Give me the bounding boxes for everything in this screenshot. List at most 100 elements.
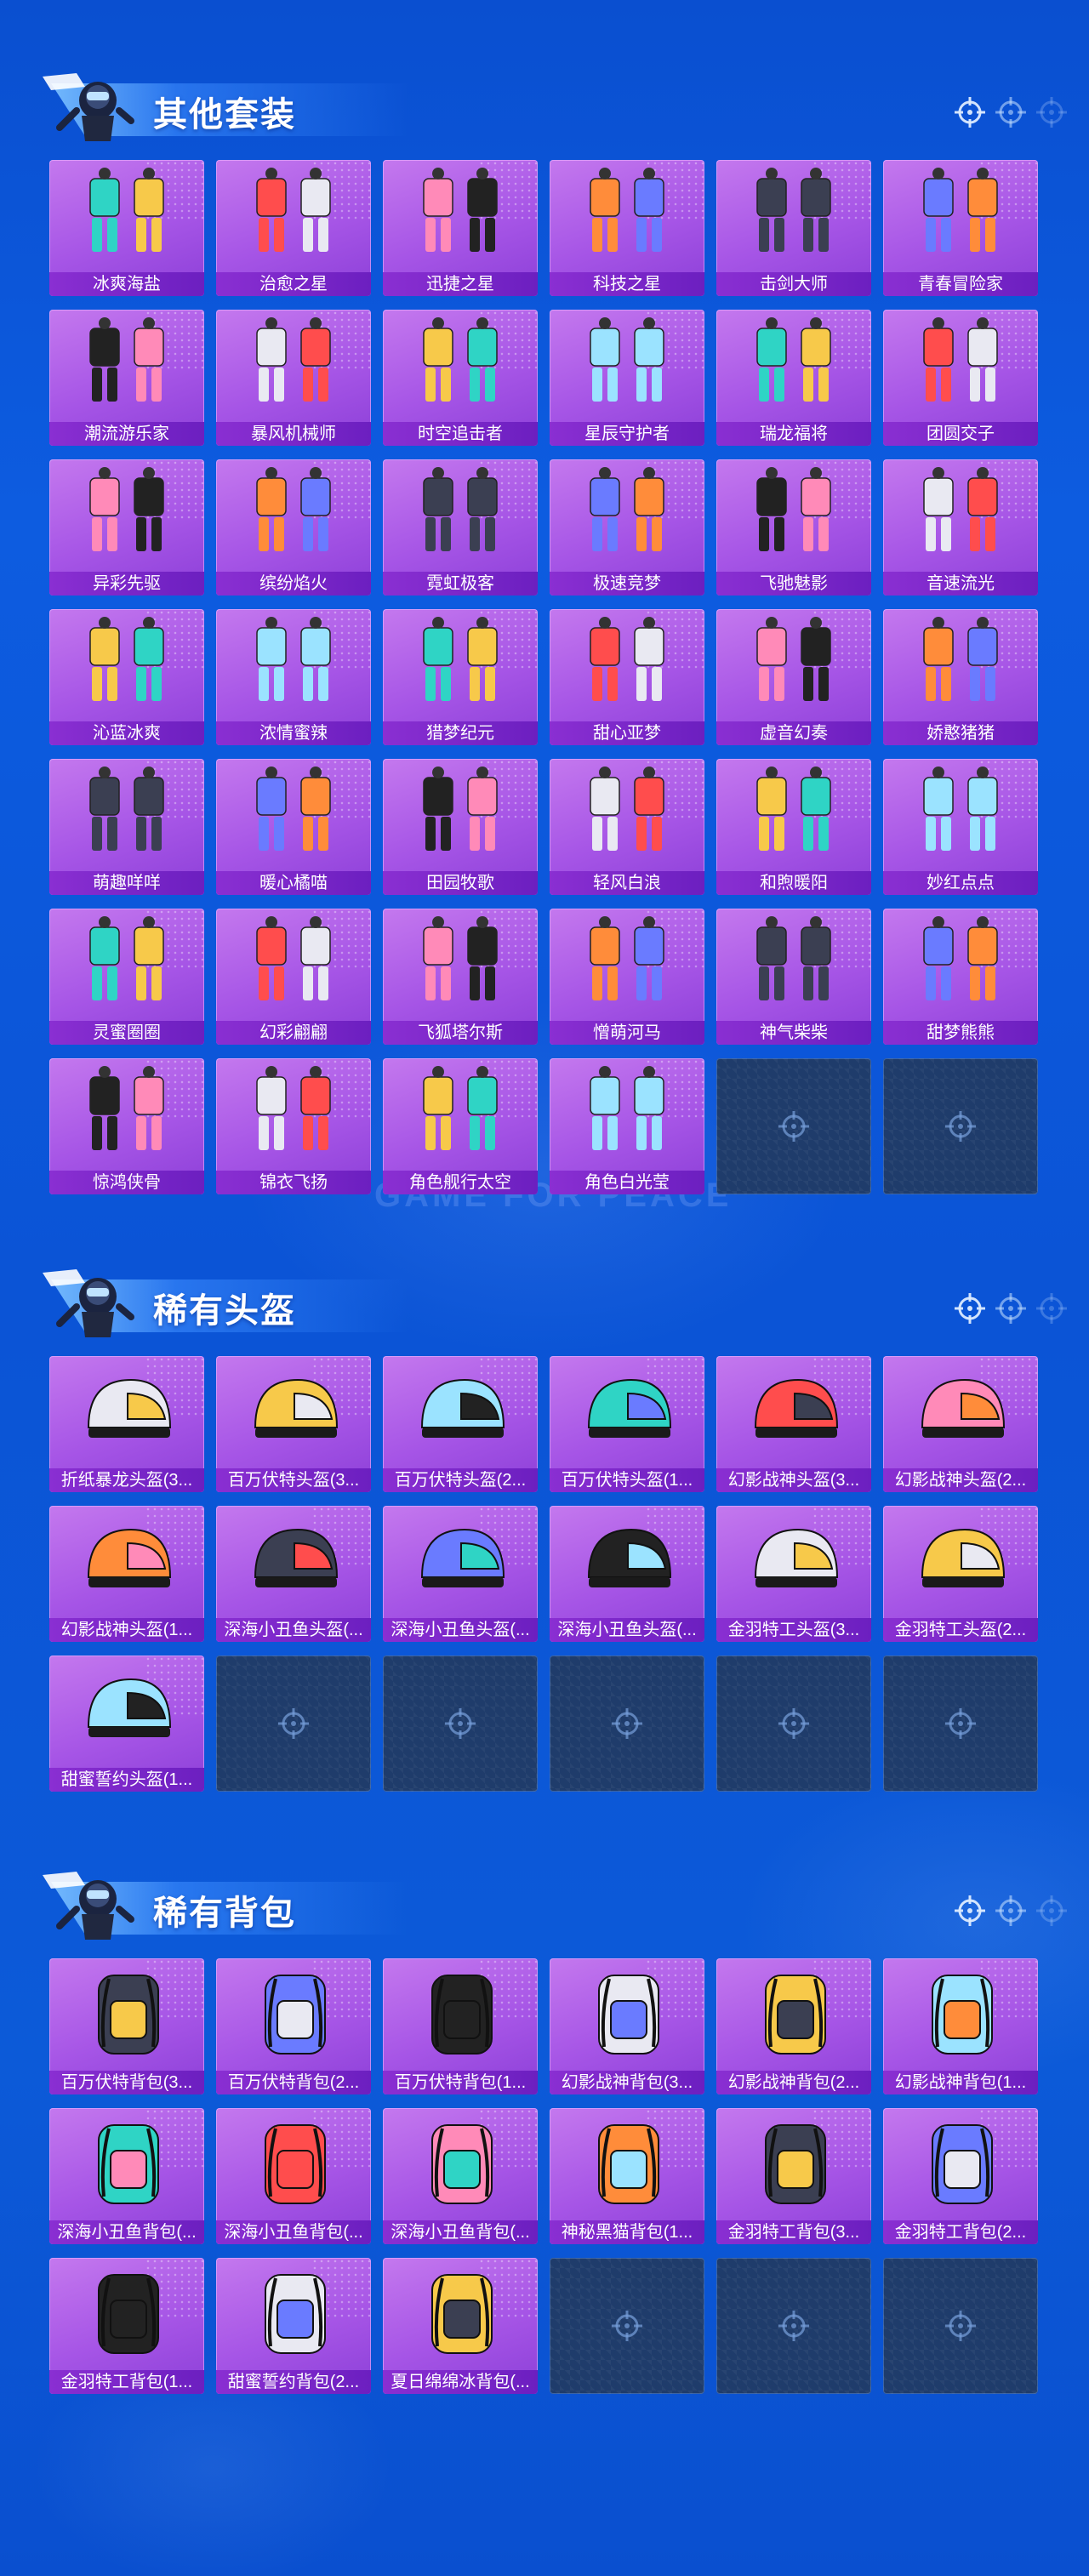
item-card[interactable]: 甜蜜誓约背包(2... bbox=[216, 2258, 371, 2394]
item-card[interactable]: 深海小丑鱼背包(... bbox=[49, 2108, 204, 2244]
crosshair-icon bbox=[443, 1707, 477, 1741]
item-image bbox=[216, 1962, 371, 2071]
item-card[interactable]: 田园牧歌 bbox=[383, 759, 538, 895]
crosshair-icon bbox=[1035, 1894, 1069, 1928]
item-card[interactable]: 团圆交子 bbox=[883, 310, 1038, 446]
item-card[interactable]: 金羽特工头盔(3... bbox=[716, 1506, 871, 1642]
item-card[interactable]: 百万伏特头盔(3... bbox=[216, 1356, 371, 1492]
item-card[interactable]: 锦衣飞扬 bbox=[216, 1058, 371, 1194]
item-card[interactable]: 音速流光 bbox=[883, 459, 1038, 596]
header-decorations bbox=[953, 1291, 1072, 1325]
item-card[interactable]: 百万伏特背包(1... bbox=[383, 1958, 538, 2094]
item-card[interactable]: 幻影战神背包(3... bbox=[550, 1958, 704, 2094]
item-label: 治愈之星 bbox=[216, 272, 371, 296]
item-card[interactable]: 冰爽海盐 bbox=[49, 160, 204, 296]
item-label: 萌趣咩咩 bbox=[49, 871, 204, 895]
item-card[interactable]: 憎萌河马 bbox=[550, 909, 704, 1045]
item-label: 时空追击者 bbox=[383, 422, 538, 446]
item-card[interactable]: 迅捷之星 bbox=[383, 160, 538, 296]
item-image bbox=[550, 1359, 704, 1468]
item-label: 憎萌河马 bbox=[550, 1021, 704, 1045]
item-card[interactable]: 角色舰行太空 bbox=[383, 1058, 538, 1194]
item-card[interactable]: 瑞龙福将 bbox=[716, 310, 871, 446]
item-card[interactable]: 缤纷焰火 bbox=[216, 459, 371, 596]
item-card[interactable]: 娇憨猪猪 bbox=[883, 609, 1038, 745]
item-card[interactable]: 深海小丑鱼头盔(... bbox=[216, 1506, 371, 1642]
item-card[interactable]: 甜心亚梦 bbox=[550, 609, 704, 745]
item-label: 幻影战神背包(1... bbox=[883, 2071, 1038, 2094]
item-label: 百万伏特背包(3... bbox=[49, 2071, 204, 2094]
item-card[interactable]: 沁蓝冰爽 bbox=[49, 609, 204, 745]
item-card[interactable]: 幻影战神头盔(3... bbox=[716, 1356, 871, 1492]
item-card[interactable]: 飞驰魅影 bbox=[716, 459, 871, 596]
item-card[interactable]: 科技之星 bbox=[550, 160, 704, 296]
item-image bbox=[216, 2112, 371, 2220]
item-card[interactable]: 甜蜜誓约头盔(1... bbox=[49, 1656, 204, 1792]
item-image bbox=[883, 1962, 1038, 2071]
item-card[interactable]: 深海小丑鱼头盔(... bbox=[550, 1506, 704, 1642]
item-card[interactable]: 金羽特工头盔(2... bbox=[883, 1506, 1038, 1642]
item-card[interactable]: 甜梦熊熊 bbox=[883, 909, 1038, 1045]
item-card[interactable]: 幻彩翩翩 bbox=[216, 909, 371, 1045]
item-card[interactable]: 幻影战神背包(2... bbox=[716, 1958, 871, 2094]
item-card[interactable]: 百万伏特背包(2... bbox=[216, 1958, 371, 2094]
item-card[interactable]: 幻影战神头盔(1... bbox=[49, 1506, 204, 1642]
item-image bbox=[49, 1509, 204, 1618]
item-card[interactable]: 萌趣咩咩 bbox=[49, 759, 204, 895]
item-card[interactable]: 霓虹极客 bbox=[383, 459, 538, 596]
item-card[interactable]: 时空追击者 bbox=[383, 310, 538, 446]
item-image bbox=[883, 2112, 1038, 2220]
item-card[interactable]: 暖心橘喵 bbox=[216, 759, 371, 895]
item-image bbox=[883, 313, 1038, 422]
crosshair-icon bbox=[994, 1291, 1028, 1325]
item-card[interactable]: 幻影战神头盔(2... bbox=[883, 1356, 1038, 1492]
item-card[interactable]: 深海小丑鱼背包(... bbox=[383, 2108, 538, 2244]
item-card[interactable]: 幻影战神背包(1... bbox=[883, 1958, 1038, 2094]
item-card[interactable]: 异彩先驱 bbox=[49, 459, 204, 596]
item-card[interactable]: 虚音幻奏 bbox=[716, 609, 871, 745]
item-label: 深海小丑鱼背包(... bbox=[216, 2220, 371, 2244]
item-card[interactable]: 折纸暴龙头盔(3... bbox=[49, 1356, 204, 1492]
item-card[interactable]: 妙红点点 bbox=[883, 759, 1038, 895]
item-image bbox=[716, 1509, 871, 1618]
item-image bbox=[550, 762, 704, 871]
item-card[interactable]: 百万伏特头盔(2... bbox=[383, 1356, 538, 1492]
item-card[interactable]: 金羽特工背包(1... bbox=[49, 2258, 204, 2394]
item-card[interactable]: 极速竞梦 bbox=[550, 459, 704, 596]
item-card[interactable]: 神气柴柴 bbox=[716, 909, 871, 1045]
item-label: 击剑大师 bbox=[716, 272, 871, 296]
item-image bbox=[49, 613, 204, 721]
item-label: 暖心橘喵 bbox=[216, 871, 371, 895]
item-card[interactable]: 暴风机械师 bbox=[216, 310, 371, 446]
item-card[interactable]: 夏日绵绵冰背包(... bbox=[383, 2258, 538, 2394]
item-card[interactable]: 金羽特工背包(2... bbox=[883, 2108, 1038, 2244]
item-card[interactable]: 灵蜜圈圈 bbox=[49, 909, 204, 1045]
empty-slot bbox=[883, 1656, 1038, 1792]
item-card[interactable]: 金羽特工背包(3... bbox=[716, 2108, 871, 2244]
item-card[interactable]: 神秘黑猫背包(1... bbox=[550, 2108, 704, 2244]
item-card[interactable]: 飞狐塔尔斯 bbox=[383, 909, 538, 1045]
item-image bbox=[383, 1359, 538, 1468]
item-label: 深海小丑鱼头盔(... bbox=[216, 1618, 371, 1642]
item-card[interactable]: 和煦暖阳 bbox=[716, 759, 871, 895]
empty-slot bbox=[550, 2258, 704, 2394]
item-card[interactable]: 击剑大师 bbox=[716, 160, 871, 296]
item-card[interactable]: 浓情蜜辣 bbox=[216, 609, 371, 745]
item-card[interactable]: 猎梦纪元 bbox=[383, 609, 538, 745]
item-image bbox=[216, 463, 371, 572]
item-card[interactable]: 治愈之星 bbox=[216, 160, 371, 296]
item-card[interactable]: 百万伏特头盔(1... bbox=[550, 1356, 704, 1492]
item-card[interactable]: 惊鸿侠骨 bbox=[49, 1058, 204, 1194]
item-image bbox=[49, 912, 204, 1021]
item-card[interactable]: 轻风白浪 bbox=[550, 759, 704, 895]
item-card[interactable]: 百万伏特背包(3... bbox=[49, 1958, 204, 2094]
item-label: 角色白光莹 bbox=[550, 1171, 704, 1194]
item-card[interactable]: 深海小丑鱼背包(... bbox=[216, 2108, 371, 2244]
item-card[interactable]: 青春冒险家 bbox=[883, 160, 1038, 296]
item-card[interactable]: 深海小丑鱼头盔(... bbox=[383, 1506, 538, 1642]
item-label: 深海小丑鱼头盔(... bbox=[383, 1618, 538, 1642]
item-card[interactable]: 潮流游乐家 bbox=[49, 310, 204, 446]
item-card[interactable]: 角色白光莹 bbox=[550, 1058, 704, 1194]
item-image bbox=[216, 163, 371, 272]
item-card[interactable]: 星辰守护者 bbox=[550, 310, 704, 446]
